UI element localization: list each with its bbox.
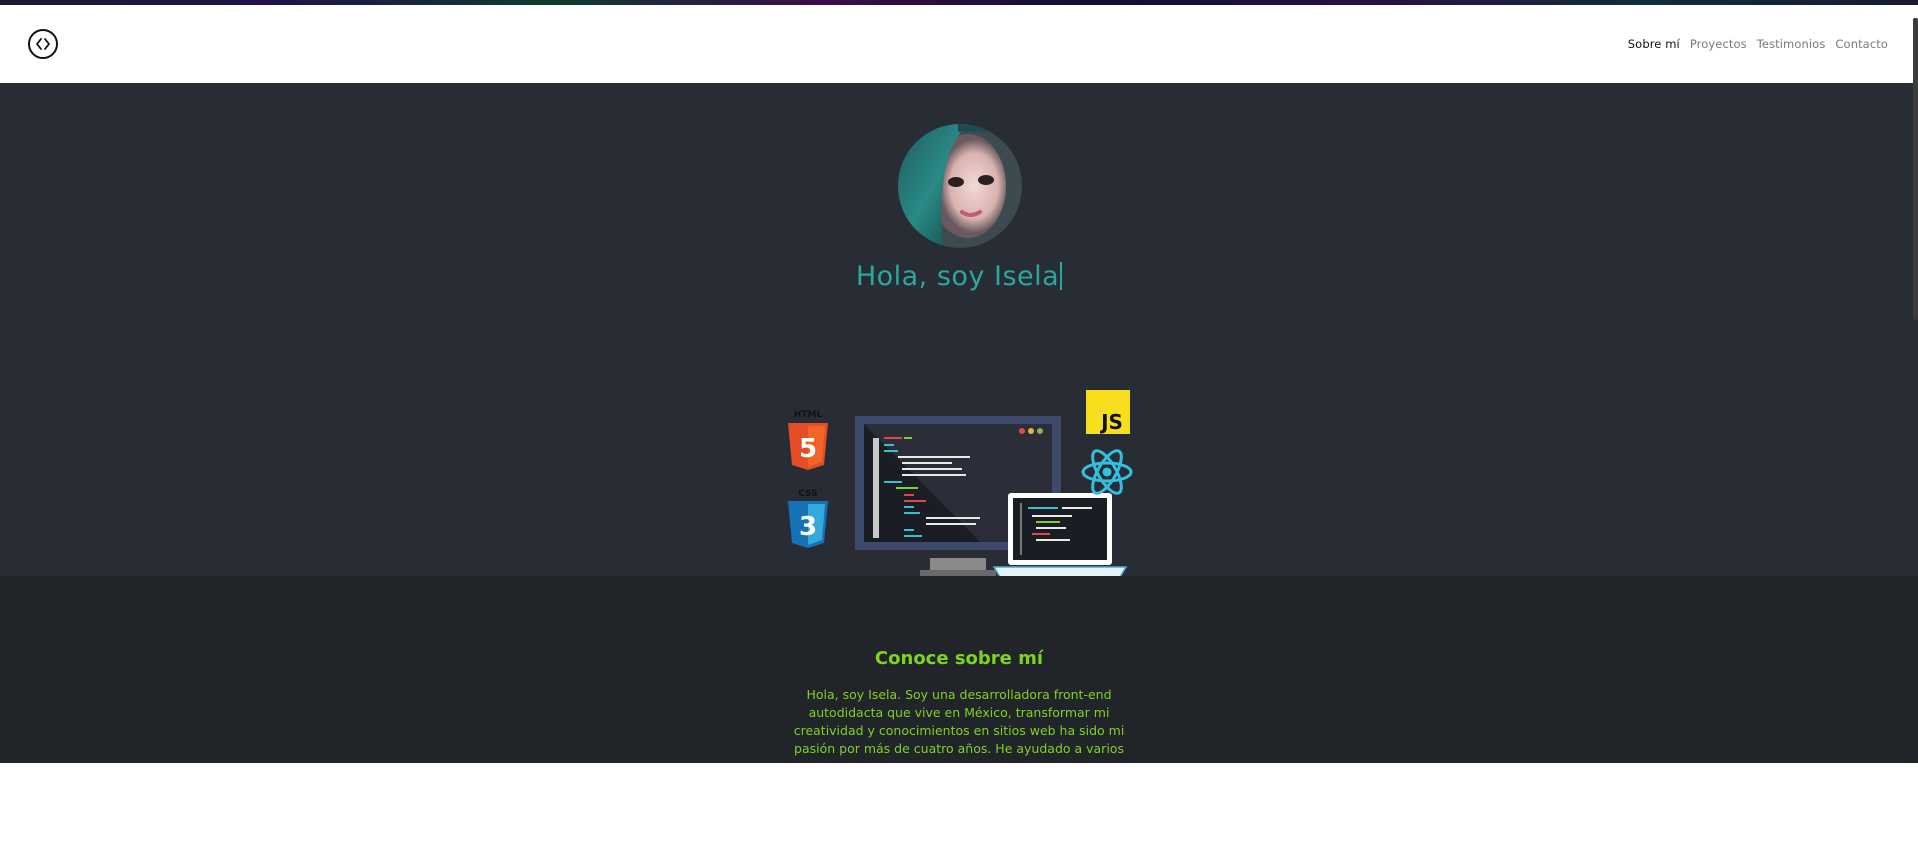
nav-link-contacto[interactable]: Contacto (1835, 37, 1888, 51)
html-label: HTML (794, 410, 823, 420)
css3-icon: CSS 3 (788, 489, 828, 548)
about-title: Conoce sobre mí (874, 648, 1044, 669)
nav-link-sobre-mi[interactable]: Sobre mí (1628, 37, 1680, 51)
navbar: Sobre mí Proyectos Testimonios Contacto (0, 5, 1918, 83)
css-badge-number: 3 (799, 512, 817, 542)
hero-section: Hola, soy Isela HTML 5 CSS 3 JS (0, 83, 1918, 578)
react-icon (1081, 449, 1133, 495)
main-nav: Sobre mí Proyectos Testimonios Contacto (1628, 37, 1888, 51)
laptop (992, 493, 1128, 578)
javascript-icon: JS (1086, 390, 1130, 434)
about-body: Hola, soy Isela. Soy una desarrolladora … (793, 687, 1125, 756)
hero-greeting: Hola, soy Isela (0, 261, 1918, 292)
typing-cursor (1060, 262, 1063, 290)
html5-icon: HTML 5 (788, 410, 828, 470)
greeting-text: Hola, soy Isela (855, 261, 1060, 292)
nav-link-proyectos[interactable]: Proyectos (1690, 37, 1747, 51)
css-label: CSS (798, 489, 817, 499)
developer-setup-illustration: HTML 5 CSS 3 JS (788, 390, 1133, 578)
js-label: JS (1099, 410, 1123, 434)
avatar (898, 124, 1022, 248)
about-section: Conoce sobre mí Hola, soy Isela. Soy una… (0, 576, 1918, 763)
code-brackets-icon[interactable] (28, 29, 58, 59)
page-scrollbar[interactable] (1913, 18, 1918, 320)
html-badge-number: 5 (799, 434, 817, 464)
nav-link-testimonios[interactable]: Testimonios (1757, 37, 1826, 51)
